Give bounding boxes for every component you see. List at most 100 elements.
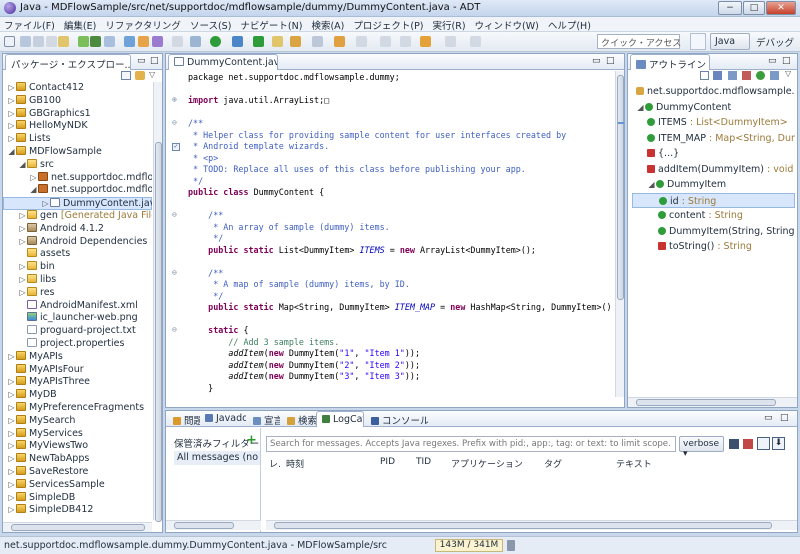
- collapsed-icon[interactable]: ▷: [7, 492, 16, 505]
- hide-nonpublic-icon[interactable]: [756, 71, 765, 80]
- tab-dummycontent-java[interactable]: DummyContent.java ✕: [168, 54, 278, 70]
- minimize-view-icon[interactable]: ▭: [137, 56, 146, 66]
- save-icon[interactable]: [20, 36, 31, 47]
- outline-item[interactable]: id : String: [632, 192, 795, 208]
- menu-item[interactable]: 実行(R): [429, 17, 471, 32]
- code-line[interactable]: }: [188, 383, 213, 395]
- next-annotation-icon[interactable]: [356, 36, 367, 47]
- tree-item[interactable]: ▷ MySearch: [3, 414, 152, 428]
- outline-hscroll-thumb[interactable]: [636, 399, 776, 406]
- code-line[interactable]: public class DummyContent {: [188, 187, 324, 199]
- close-icon[interactable]: ✕: [709, 60, 710, 70]
- build-icon[interactable]: [58, 36, 69, 47]
- save-log-icon[interactable]: [729, 439, 739, 449]
- tree-item[interactable]: ▷ libs: [3, 273, 152, 287]
- collapsed-icon[interactable]: ▷: [7, 453, 16, 466]
- tree-item[interactable]: ▷ Contact412: [3, 82, 152, 95]
- collapsed-icon[interactable]: ▷: [7, 466, 16, 479]
- tab-problems[interactable]: 問題: [168, 411, 200, 427]
- new-package-icon[interactable]: [272, 36, 283, 47]
- outline-horizontal-scrollbar[interactable]: [628, 397, 797, 407]
- column-header[interactable]: アプリケーション: [451, 457, 523, 470]
- code-area[interactable]: package net.supportdoc.mdflowsample.dumm…: [166, 71, 612, 397]
- collapsed-icon[interactable]: ▷: [7, 82, 16, 95]
- pin-editor-icon[interactable]: [470, 36, 481, 47]
- code-line[interactable]: public static Map<String, DummyItem> ITE…: [188, 302, 612, 314]
- new-android-project-icon[interactable]: [124, 36, 135, 47]
- outline-item[interactable]: {...}: [632, 146, 795, 162]
- minimize-view-icon[interactable]: ▭: [592, 56, 601, 66]
- tree-item[interactable]: ▷ MyServices: [3, 427, 152, 441]
- tree-item[interactable]: AndroidManifest.xml: [3, 299, 152, 313]
- maximize-button[interactable]: □: [743, 1, 765, 15]
- code-line[interactable]: */: [188, 176, 203, 188]
- column-header[interactable]: タグ: [544, 457, 562, 470]
- tree-item[interactable]: ▷ SimpleDB412: [3, 504, 152, 517]
- outline-item[interactable]: ◢ DummyItem: [632, 177, 795, 193]
- code-line[interactable]: * Helper class for providing sample cont…: [188, 130, 566, 142]
- coverage-icon[interactable]: [232, 36, 243, 47]
- new-class-icon[interactable]: [253, 36, 264, 47]
- tree-item[interactable]: ▷ MyPreferenceFragments: [3, 401, 152, 415]
- column-header[interactable]: PID: [380, 457, 395, 467]
- maximize-view-icon[interactable]: □: [606, 56, 615, 66]
- java-perspective-button[interactable]: Java: [710, 33, 750, 50]
- collapsed-icon[interactable]: ▷: [18, 210, 27, 223]
- hide-local-types-icon[interactable]: [770, 71, 779, 80]
- debug-icon[interactable]: [152, 36, 163, 47]
- collapse-all-icon[interactable]: [121, 71, 131, 80]
- minimize-view-icon[interactable]: ▭: [764, 413, 773, 423]
- code-line[interactable]: // Add 3 sample items.: [188, 337, 339, 349]
- collapsed-icon[interactable]: ▷: [7, 108, 16, 121]
- collapse-all-icon[interactable]: [700, 71, 709, 80]
- open-type-icon[interactable]: [290, 36, 301, 47]
- explorer-scroll-thumb[interactable]: [155, 142, 162, 522]
- column-header[interactable]: レ.: [269, 457, 281, 470]
- tree-item[interactable]: ▷ Android 4.1.2: [3, 222, 152, 236]
- filter-item-all-messages[interactable]: All messages (no filters: [174, 451, 260, 465]
- heap-status[interactable]: 143M / 341M: [435, 539, 503, 552]
- tree-item[interactable]: ▷ MyViewsTwo: [3, 440, 152, 453]
- close-button[interactable]: ✕: [766, 1, 796, 15]
- tree-item[interactable]: ▷ net.supportdoc.mdflowsamp: [3, 171, 152, 185]
- log-level-select[interactable]: verbose ▾: [679, 436, 724, 459]
- menu-item[interactable]: ソース(S): [186, 17, 236, 32]
- column-header[interactable]: テキスト: [616, 457, 652, 470]
- menu-item[interactable]: リファクタリング: [101, 17, 186, 32]
- new-xml-icon[interactable]: [138, 36, 149, 47]
- collapsed-icon[interactable]: ▷: [29, 172, 38, 185]
- scroll-lock-icon[interactable]: ⬇: [772, 437, 785, 450]
- hide-fields-icon[interactable]: [728, 71, 737, 80]
- add-filter-icon[interactable]: +: [246, 433, 257, 448]
- tree-item[interactable]: ▷ Lists: [3, 133, 152, 146]
- tree-item[interactable]: ◢ MDFlowSample: [3, 145, 152, 159]
- explorer-vertical-scrollbar[interactable]: [153, 82, 162, 522]
- link-with-editor-icon[interactable]: [135, 71, 145, 80]
- logcat-horizontal-scrollbar[interactable]: [266, 520, 797, 530]
- open-perspective-button[interactable]: [690, 33, 706, 50]
- print-icon[interactable]: [46, 36, 57, 47]
- avd-manager-icon[interactable]: [90, 36, 101, 47]
- tree-item[interactable]: ▷ SaveRestore: [3, 465, 152, 479]
- code-line[interactable]: package net.supportdoc.mdflowsample.dumm…: [188, 72, 400, 84]
- filters-horizontal-scrollbar[interactable]: [166, 520, 261, 530]
- expanded-icon[interactable]: ◢: [7, 146, 16, 159]
- tree-item[interactable]: ▷ gen [Generated Java Files]: [3, 209, 152, 223]
- outline-item[interactable]: ITEM_MAP : Map<String, Dumm: [632, 131, 795, 147]
- editor-vertical-scrollbar[interactable]: [615, 71, 624, 397]
- minimize-button[interactable]: −: [718, 1, 742, 15]
- outline-item[interactable]: toString() : String: [632, 239, 795, 255]
- tree-item[interactable]: ▷ bin: [3, 261, 152, 274]
- collapsed-icon[interactable]: ▷: [7, 389, 16, 402]
- collapsed-icon[interactable]: ▷: [7, 479, 16, 492]
- outline-item[interactable]: addItem(DummyItem) : void: [632, 162, 795, 178]
- last-edit-icon[interactable]: [400, 36, 411, 47]
- tree-item[interactable]: ▷ NewTabApps: [3, 453, 152, 466]
- code-line[interactable]: static {: [188, 325, 248, 337]
- collapsed-icon[interactable]: ▷: [7, 504, 16, 517]
- menu-item[interactable]: 検索(A): [307, 17, 349, 32]
- toggle-filters-icon[interactable]: [757, 437, 770, 450]
- tree-item[interactable]: ▷ SimpleDB: [3, 491, 152, 505]
- expanded-icon[interactable]: ◢: [647, 177, 656, 193]
- back-icon[interactable]: [420, 36, 431, 47]
